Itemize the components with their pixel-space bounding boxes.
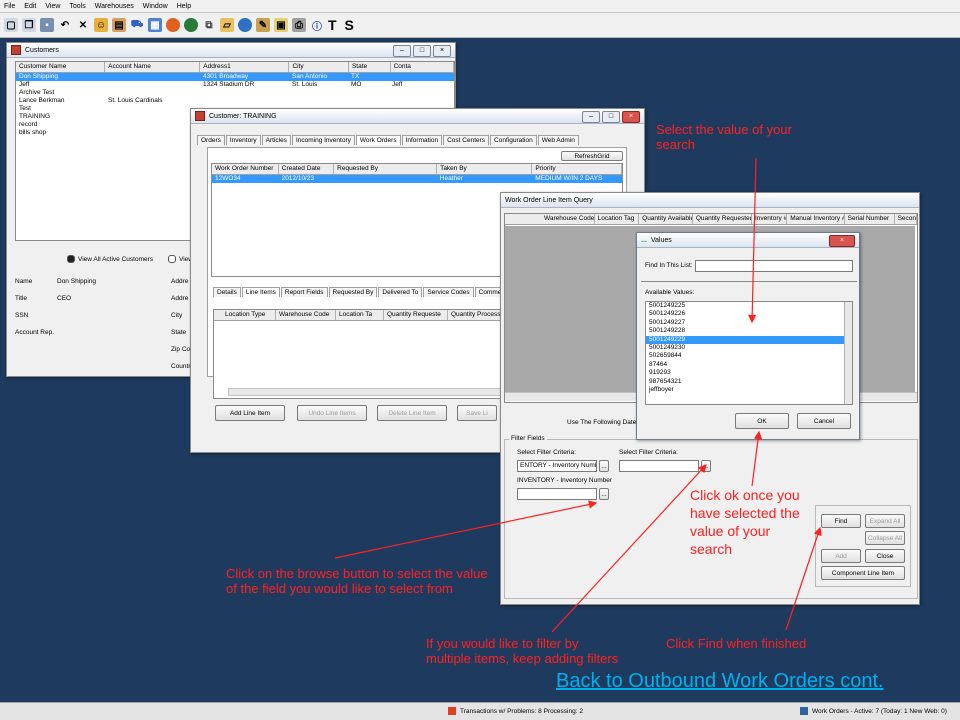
back-link[interactable]: Back to Outbound Work Orders cont. xyxy=(556,670,884,693)
annotation-browse-hint: Click on the browse button to select the… xyxy=(226,566,488,596)
warning-icon xyxy=(448,707,456,715)
cart-icon xyxy=(800,707,808,715)
status-bar: Transactions w/ Problems: 8 Processing: … xyxy=(0,702,960,720)
arrow-multiple-filters xyxy=(551,464,707,633)
arrow-click-ok xyxy=(751,430,763,487)
arrow-browse xyxy=(334,500,598,559)
annotation-click-find: Click Find when finished xyxy=(666,636,807,651)
annotation-click-ok: Click ok once you have selected the valu… xyxy=(690,487,800,557)
transactions-status[interactable]: Transactions w/ Problems: 8 Processing: … xyxy=(448,707,583,715)
arrow-select-value xyxy=(747,157,757,324)
annotation-arrows xyxy=(334,157,822,633)
work-orders-status[interactable]: Work Orders - Active: 7 (Today: 1 New We… xyxy=(800,707,947,715)
annotation-select-value: Select the value of your search xyxy=(656,122,792,152)
annotation-multiple-filter: If you would like to filter by multiple … xyxy=(426,636,619,666)
